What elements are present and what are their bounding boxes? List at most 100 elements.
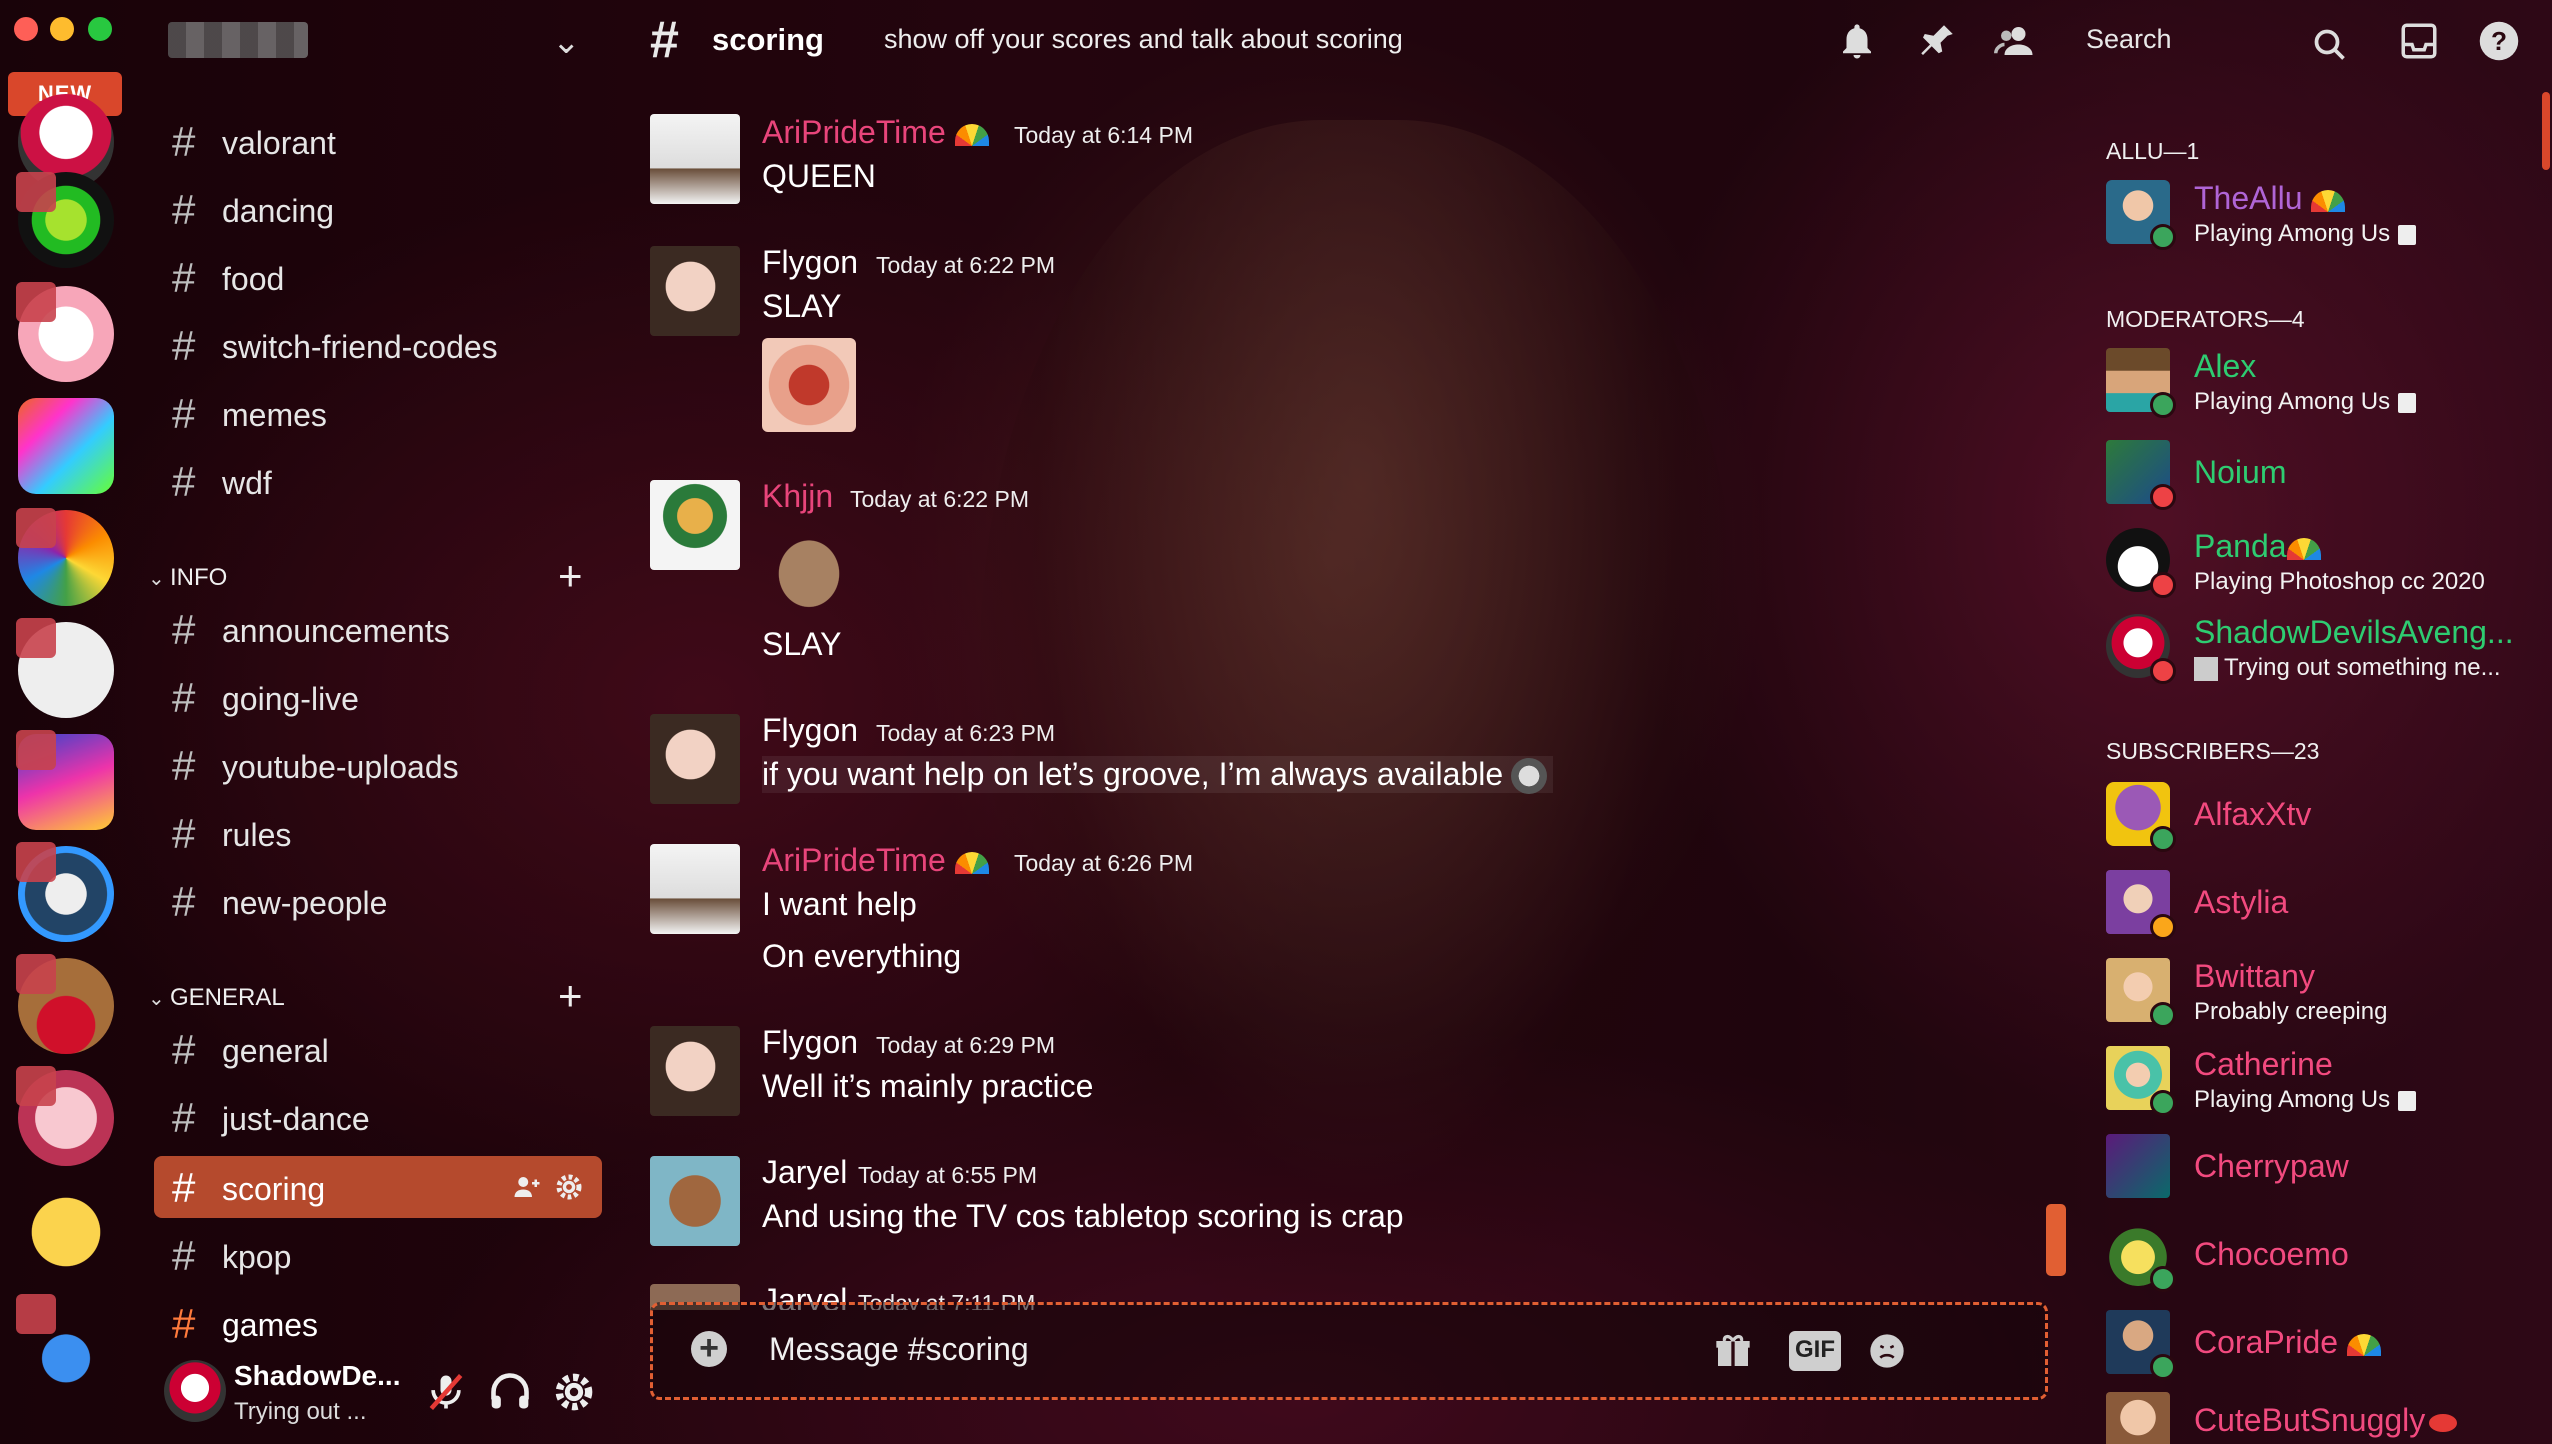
channel-scoring[interactable]: # scoring	[154, 1156, 602, 1218]
window-minimize-button[interactable]	[50, 17, 74, 41]
rich-presence-icon	[2398, 224, 2417, 245]
channel-games[interactable]: # games	[154, 1292, 602, 1354]
channel-wdf[interactable]: # wdf	[154, 450, 602, 512]
channel-topic[interactable]: show off your scores and talk about scor…	[884, 24, 1403, 55]
hash-icon: #	[172, 1094, 196, 1141]
member-item[interactable]: TheAllu Playing Among Us	[2106, 180, 2546, 260]
user-name[interactable]: ShadowDe...	[234, 1360, 400, 1392]
message-avatar[interactable]	[650, 480, 740, 570]
channel-going-live[interactable]: # going-live	[154, 666, 602, 728]
server-icon[interactable]	[18, 1184, 114, 1280]
channel-valorant[interactable]: # valorant	[154, 110, 602, 172]
message-composer[interactable]: + Message #scoring GIF	[650, 1302, 2048, 1400]
member-item[interactable]: Catherine Playing Among Us	[2106, 1046, 2546, 1126]
message-author[interactable]: Jaryel	[762, 1154, 847, 1191]
add-channel-icon[interactable]: +	[558, 972, 583, 1020]
message-input[interactable]: Message #scoring	[769, 1331, 1029, 1368]
channel-hash-icon: #	[650, 11, 679, 69]
member-item[interactable]: CoraPride	[2106, 1310, 2546, 1390]
status-dnd	[2150, 572, 2176, 598]
channel-food[interactable]: # food	[154, 246, 602, 308]
rainbow-emoji-icon	[2346, 1333, 2381, 1356]
message-text: I want help	[762, 886, 917, 922]
message-author[interactable]: AriPrideTime	[762, 114, 989, 151]
channel-dancing[interactable]: # dancing	[154, 178, 602, 240]
emoji-picker-icon[interactable]	[1865, 1331, 1909, 1371]
category-info[interactable]: ⌄ INFO +	[148, 552, 608, 599]
invite-icon[interactable]	[512, 1172, 542, 1202]
channel-just-dance[interactable]: # just-dance	[154, 1086, 602, 1148]
server-name-blurred[interactable]	[168, 22, 308, 58]
hash-icon: #	[172, 186, 196, 233]
member-list: ALLU—1 TheAllu Playing Among Us MODERATO…	[2090, 130, 2540, 1444]
members-icon[interactable]	[1994, 20, 2036, 62]
member-item[interactable]: Astylia	[2106, 870, 2546, 950]
channel-rules[interactable]: # rules	[154, 802, 602, 864]
member-group-header: SUBSCRIBERS—23	[2106, 738, 2320, 764]
member-item[interactable]: Alex Playing Among Us	[2106, 348, 2546, 428]
member-item[interactable]: Bwittany Probably creeping	[2106, 958, 2546, 1038]
channel-new-people[interactable]: # new-people	[154, 870, 602, 932]
message-text: SLAY	[762, 626, 842, 662]
message-scrollbar[interactable]	[2046, 1204, 2066, 1276]
channel-memes[interactable]: # memes	[154, 382, 602, 444]
search-input[interactable]: Search	[2086, 24, 2172, 55]
gear-icon[interactable]	[554, 1172, 584, 1202]
pin-icon[interactable]	[1916, 20, 1958, 62]
status-dnd	[2150, 484, 2176, 510]
server-icon[interactable]	[18, 398, 114, 494]
search-icon[interactable]	[2312, 24, 2348, 66]
channel-kpop[interactable]: # kpop	[154, 1224, 602, 1286]
message-list[interactable]: AriPrideTime Today at 6:14 PM QUEEN Flyg…	[640, 90, 2060, 1310]
upload-plus-button[interactable]: +	[691, 1331, 727, 1367]
message-author[interactable]: Flygon	[762, 712, 858, 749]
add-channel-icon[interactable]: +	[558, 552, 583, 600]
help-icon[interactable]: ?	[2478, 20, 2520, 62]
user-status: Trying out ...	[234, 1398, 367, 1425]
member-name: Chocoemo	[2194, 1236, 2349, 1272]
gif-button[interactable]: GIF	[1789, 1331, 1841, 1371]
headphones-icon[interactable]	[488, 1370, 532, 1414]
bell-icon[interactable]	[1836, 20, 1878, 62]
channel-youtube-uploads[interactable]: # youtube-uploads	[154, 734, 602, 796]
avatar	[2106, 1392, 2170, 1444]
message-avatar[interactable]	[650, 1156, 740, 1246]
message-author[interactable]: AriPrideTime	[762, 842, 989, 879]
emoji-image-walrus[interactable]	[762, 522, 856, 616]
member-item[interactable]: AlfaxXtv	[2106, 782, 2546, 862]
channel-announcements[interactable]: # announcements	[154, 598, 602, 660]
message-author[interactable]: Flygon	[762, 244, 858, 281]
inbox-icon[interactable]	[2398, 20, 2440, 62]
member-item[interactable]: ShadowDevilsAveng... Trying out somethin…	[2106, 614, 2546, 694]
server-folder-badge	[16, 842, 56, 882]
status-online	[2150, 392, 2176, 418]
message-text: if you want help on let’s groove, I’m al…	[762, 756, 1554, 794]
message-avatar[interactable]	[650, 114, 740, 204]
hash-icon: #	[172, 810, 196, 857]
window-close-button[interactable]	[14, 17, 38, 41]
members-scrollbar[interactable]	[2542, 92, 2550, 170]
mic-muted-icon[interactable]	[424, 1370, 468, 1414]
emoji-image-lips[interactable]	[762, 338, 856, 432]
gift-icon[interactable]	[1713, 1331, 1753, 1371]
member-item[interactable]: Cherrypaw	[2106, 1134, 2546, 1214]
window-zoom-button[interactable]	[88, 17, 112, 41]
chevron-down-icon[interactable]: ⌄	[552, 22, 581, 62]
category-general[interactable]: ⌄ GENERAL +	[148, 972, 608, 1019]
user-settings-gear-icon[interactable]	[552, 1370, 596, 1414]
channel-general[interactable]: # general	[154, 1018, 602, 1080]
member-name: Panda	[2194, 528, 2321, 565]
status-dnd	[2150, 658, 2176, 684]
message-avatar[interactable]	[650, 1026, 740, 1116]
message-avatar[interactable]	[650, 844, 740, 934]
member-item[interactable]: CuteButSnuggly	[2106, 1392, 2546, 1444]
message-author[interactable]: Khjjn	[762, 478, 833, 515]
member-item[interactable]: Panda Playing Photoshop cc 2020	[2106, 528, 2546, 608]
message-avatar[interactable]	[650, 714, 740, 804]
message-author[interactable]: Flygon	[762, 1024, 858, 1061]
avatar[interactable]	[164, 1360, 226, 1422]
member-item[interactable]: Noium	[2106, 440, 2546, 520]
message-avatar[interactable]	[650, 246, 740, 336]
member-item[interactable]: Chocoemo	[2106, 1222, 2546, 1302]
channel-switch-friend-codes[interactable]: # switch-friend-codes	[154, 314, 602, 376]
